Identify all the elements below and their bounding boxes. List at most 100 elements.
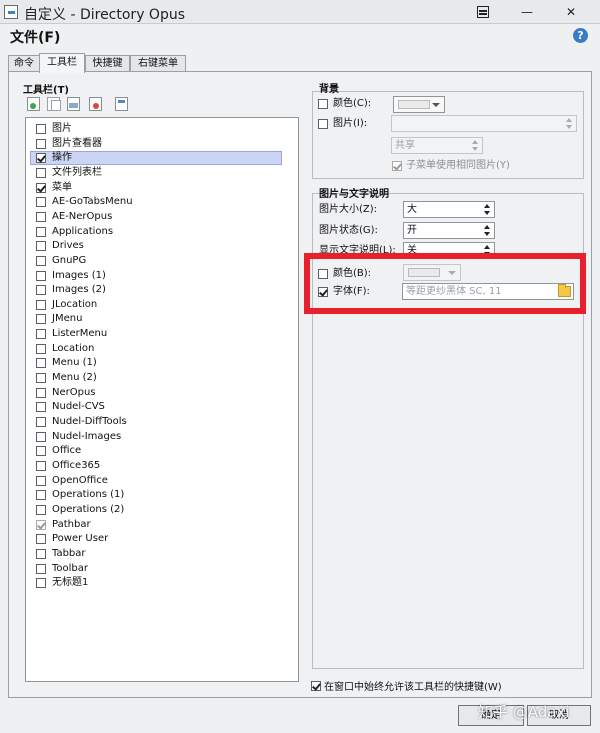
toolbar-name: GnuPG [52, 254, 87, 266]
toolbar-checkbox[interactable] [36, 197, 46, 208]
tab-commands[interactable]: 命令 [8, 55, 40, 72]
toolbar-name: 文件列表栏 [52, 166, 102, 178]
toolbar-name: Images (1) [52, 269, 106, 281]
tab-hotkeys[interactable]: 快捷键 [85, 55, 130, 72]
minimize-button[interactable]: — [518, 3, 536, 21]
toolbar-checkbox[interactable] [36, 548, 46, 559]
toolbar-checkbox[interactable] [36, 270, 46, 281]
color-swatch [398, 100, 430, 109]
toolbar-checkbox[interactable] [36, 578, 46, 589]
toolbar-checkbox[interactable] [36, 299, 46, 310]
toolbar-checkbox[interactable] [36, 314, 46, 325]
toolbar-checkbox[interactable] [36, 431, 46, 442]
shortcut-checkbox[interactable] [311, 681, 321, 691]
toolbar-name: ListerMenu [52, 328, 108, 340]
toolbar-checkbox[interactable] [36, 358, 46, 369]
toolbar-name: Office365 [52, 459, 101, 471]
toolbar-checkbox[interactable] [36, 490, 46, 501]
submenu-same-image-checkbox[interactable] [392, 161, 402, 171]
toolbar-list[interactable]: 图片 图片查看器 操作 文件列表栏 菜单 AE-GoTabsMenu AE-NerOpus A… [25, 117, 299, 682]
spinner-icon [484, 204, 491, 215]
background-image-label: 图片(I): [333, 118, 368, 129]
toolbar-checkbox[interactable] [36, 343, 46, 354]
page-title: 文件(F) [10, 30, 61, 46]
background-color-checkbox[interactable] [318, 99, 328, 109]
toolbar-checkbox[interactable] [36, 153, 46, 164]
toolbar-name: Pathbar [52, 518, 91, 530]
toolbar-checkbox[interactable] [36, 373, 46, 384]
save-toolbar-icon[interactable] [67, 97, 80, 111]
toolbar-name: Office [52, 445, 82, 457]
toolbar-checkbox[interactable] [36, 211, 46, 222]
toolbar-name: JMenu [52, 313, 83, 325]
toolbar-name: 无标题1 [52, 577, 89, 589]
toolbar-name: Images (2) [52, 284, 106, 296]
toolbar-name: OpenOffice [52, 474, 108, 486]
toolbar-checkbox[interactable] [36, 402, 46, 413]
background-image-checkbox[interactable] [318, 119, 328, 129]
toolbar-checkbox[interactable] [36, 138, 46, 149]
background-color-label: 颜色(C): [333, 98, 372, 109]
toolbar-checkbox[interactable] [36, 182, 46, 193]
image-state-value: 开 [407, 225, 417, 236]
highlight-box [304, 253, 586, 314]
tab-context-menu[interactable]: 右键菜单 [130, 55, 186, 72]
toolbar-checkbox[interactable] [36, 446, 46, 457]
new-toolbar-icon[interactable] [27, 97, 40, 111]
toolbar-name: 图片 [52, 123, 72, 134]
toolbar-checkbox[interactable] [36, 563, 46, 574]
background-label: 背景 [319, 84, 339, 95]
copy-toolbar-icon[interactable] [47, 97, 61, 111]
image-state-select[interactable]: 开 [403, 222, 495, 239]
close-button[interactable]: ✕ [562, 3, 580, 21]
toolbar-checkbox[interactable] [36, 519, 46, 530]
toolbar-name: AE-NerOpus [52, 210, 113, 222]
toolbar-checkbox[interactable] [36, 417, 46, 427]
toolbar-name: Operations (2) [52, 503, 125, 515]
spinner-icon [472, 140, 479, 151]
watermark: 知乎 @Adaxi [478, 703, 570, 721]
toolbar-name: AE-GoTabsMenu [52, 196, 133, 208]
background-color-picker[interactable] [393, 96, 445, 113]
toolbar-name: 图片查看器 [52, 137, 102, 149]
tab-toolbars[interactable]: 工具栏 [39, 53, 85, 73]
properties-toolbar-icon[interactable] [115, 97, 128, 111]
toolbar-checkbox[interactable] [36, 504, 46, 515]
toolbar-name: 菜单 [52, 181, 72, 193]
toolbar-name: Nudel-Images [52, 430, 122, 442]
image-size-select[interactable]: 大 [403, 201, 495, 218]
toolbar-checkbox[interactable] [36, 534, 46, 545]
toolbar-checkbox[interactable] [36, 460, 46, 471]
toolbar-checkbox[interactable] [36, 241, 46, 252]
shortcut-label: 在窗口中始终允许该工具栏的快捷键(W) [324, 682, 502, 693]
toolbar-name: Toolbar [52, 562, 89, 574]
toolbar-name: Applications [52, 225, 114, 237]
toolbar-name: Drives [52, 240, 84, 252]
toolbar-checkbox[interactable] [36, 226, 46, 237]
toolbar-name: NerOpus [52, 386, 96, 398]
window-title: 自定义 - Directory Opus [24, 7, 185, 23]
app-icon [4, 5, 18, 19]
toolbar-checkbox[interactable] [36, 475, 46, 486]
share-select[interactable]: 共享 [391, 137, 483, 154]
background-image-select[interactable] [391, 115, 577, 132]
toolbar-name: Power User [52, 533, 109, 545]
image-size-value: 大 [407, 204, 417, 215]
toolbar-name: Tabbar [52, 547, 86, 559]
toolbar-checkbox[interactable] [36, 329, 46, 340]
delete-toolbar-icon[interactable] [89, 97, 102, 111]
menu-icon[interactable] [474, 3, 492, 21]
toolbar-name: Menu (1) [52, 357, 97, 369]
toolbar-checkbox[interactable] [36, 255, 46, 266]
toolbar-name: JLocation [52, 298, 98, 310]
toolbar-checkbox[interactable] [36, 387, 46, 398]
help-icon[interactable]: ? [573, 28, 588, 43]
toolbar-name: Nudel-DiffTools [52, 416, 127, 427]
toolbar-checkbox[interactable] [36, 124, 46, 134]
image-size-label: 图片大小(Z): [319, 204, 378, 215]
toolbar-checkbox[interactable] [36, 167, 46, 178]
toolbar-checkbox[interactable] [36, 285, 46, 296]
toolbar-name: Location [52, 342, 95, 354]
submenu-same-image-label: 子菜单使用相同图片(Y) [406, 160, 510, 171]
image-state-label: 图片状态(G): [319, 225, 378, 236]
